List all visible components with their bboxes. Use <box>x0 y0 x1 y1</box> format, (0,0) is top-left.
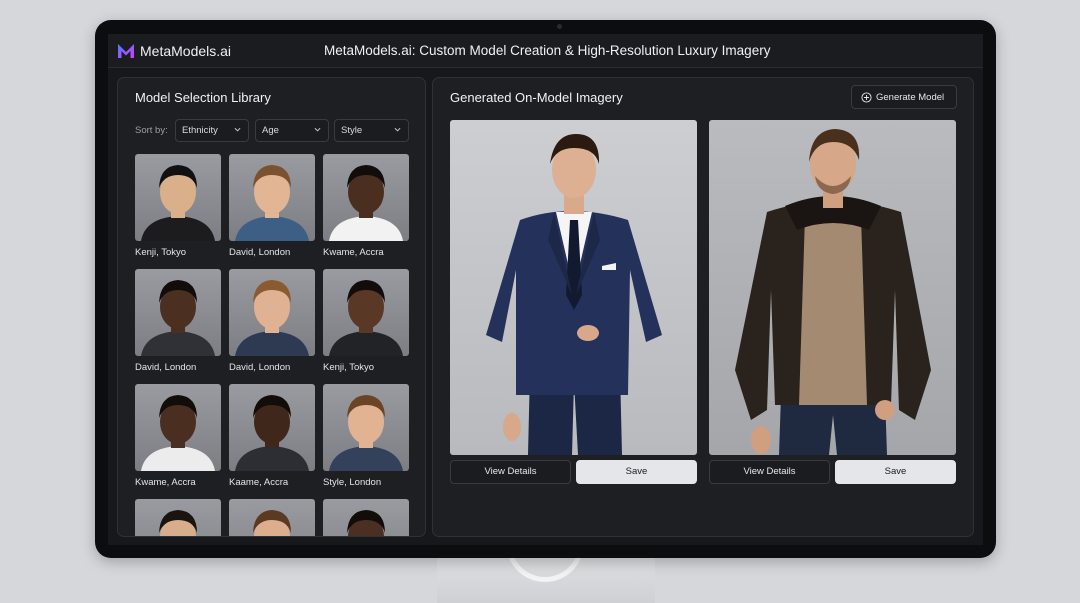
suit-model-illustration <box>486 134 662 455</box>
model-library-panel: Model Selection Library Sort by: Ethnici… <box>117 77 426 537</box>
model-card[interactable] <box>135 499 221 536</box>
model-thumbnail[interactable] <box>323 269 409 356</box>
model-card[interactable] <box>229 499 315 536</box>
m-logo-icon[interactable] <box>117 42 135 60</box>
model-thumbnail[interactable] <box>229 269 315 356</box>
model-name: Kwame, Accra <box>135 477 196 488</box>
model-thumbnail[interactable] <box>135 154 221 241</box>
model-thumbnail[interactable] <box>323 384 409 471</box>
model-name: Kaame, Accra <box>229 477 289 488</box>
model-thumbnail[interactable] <box>229 384 315 471</box>
model-thumbnail[interactable] <box>229 154 315 241</box>
page-title: MetaModels.ai: Custom Model Creation & H… <box>324 43 771 58</box>
model-thumbnail[interactable] <box>135 269 221 356</box>
model-thumbnail[interactable] <box>323 154 409 241</box>
age-filter-dropdown[interactable]: Age <box>255 119 329 142</box>
model-card[interactable]: David, London <box>229 269 315 373</box>
model-card[interactable]: Kwame, Accra <box>323 154 409 258</box>
generated-image-suit[interactable] <box>450 120 697 455</box>
model-card[interactable]: David, London <box>229 154 315 258</box>
view-details-button[interactable]: View Details <box>450 460 571 484</box>
chevron-down-icon <box>394 127 401 132</box>
generate-model-label: Generate Model <box>876 92 945 103</box>
sort-label: Sort by: <box>135 125 168 136</box>
model-card[interactable]: David, London <box>135 269 221 373</box>
model-thumbnail[interactable] <box>135 384 221 471</box>
model-card[interactable]: Kaame, Accra <box>229 384 315 488</box>
style-filter-label: Style <box>341 125 363 136</box>
model-name: Kenji, Tokyo <box>323 362 375 373</box>
chevron-down-icon <box>314 127 321 132</box>
plus-circle-icon <box>861 92 872 103</box>
imagery-title: Generated On-Model Imagery <box>450 90 623 105</box>
model-name: David, London <box>229 247 291 258</box>
save-button[interactable]: Save <box>576 460 697 484</box>
webcam-dot <box>557 24 562 29</box>
model-card[interactable]: Style, London <box>323 384 409 488</box>
save-button[interactable]: Save <box>835 460 956 484</box>
brand-name[interactable]: MetaModels.ai <box>140 42 231 60</box>
generate-model-button[interactable]: Generate Model <box>851 85 957 109</box>
model-name: David, London <box>135 362 197 373</box>
view-details-button[interactable]: View Details <box>709 460 830 484</box>
model-card[interactable] <box>323 499 409 536</box>
age-filter-label: Age <box>262 125 279 136</box>
style-filter-dropdown[interactable]: Style <box>334 119 409 142</box>
ethnicity-filter-label: Ethnicity <box>182 125 218 136</box>
top-bar: MetaModels.ai MetaModels.ai: Custom Mode… <box>108 34 983 68</box>
jacket-model-illustration <box>735 129 931 455</box>
model-name: Kwame, Accra <box>323 247 384 258</box>
model-card[interactable]: Kenji, Tokyo <box>323 269 409 373</box>
model-name: Kenji, Tokyo <box>135 247 187 258</box>
generated-image-leather-jacket[interactable] <box>709 120 956 455</box>
model-card[interactable]: Kenji, Tokyo <box>135 154 221 258</box>
model-name: David, London <box>229 362 291 373</box>
ethnicity-filter-dropdown[interactable]: Ethnicity <box>175 119 249 142</box>
model-thumbnail[interactable] <box>229 499 315 536</box>
library-title: Model Selection Library <box>135 90 271 105</box>
model-thumbnail[interactable] <box>323 499 409 536</box>
chevron-down-icon <box>234 127 241 132</box>
model-thumbnail[interactable] <box>135 499 221 536</box>
model-name: Style, London <box>323 477 382 488</box>
model-card[interactable]: Kwame, Accra <box>135 384 221 488</box>
generated-imagery-panel: Generated On-Model Imagery Generate Mode… <box>432 77 974 537</box>
app-window: MetaModels.ai MetaModels.ai: Custom Mode… <box>108 34 983 545</box>
